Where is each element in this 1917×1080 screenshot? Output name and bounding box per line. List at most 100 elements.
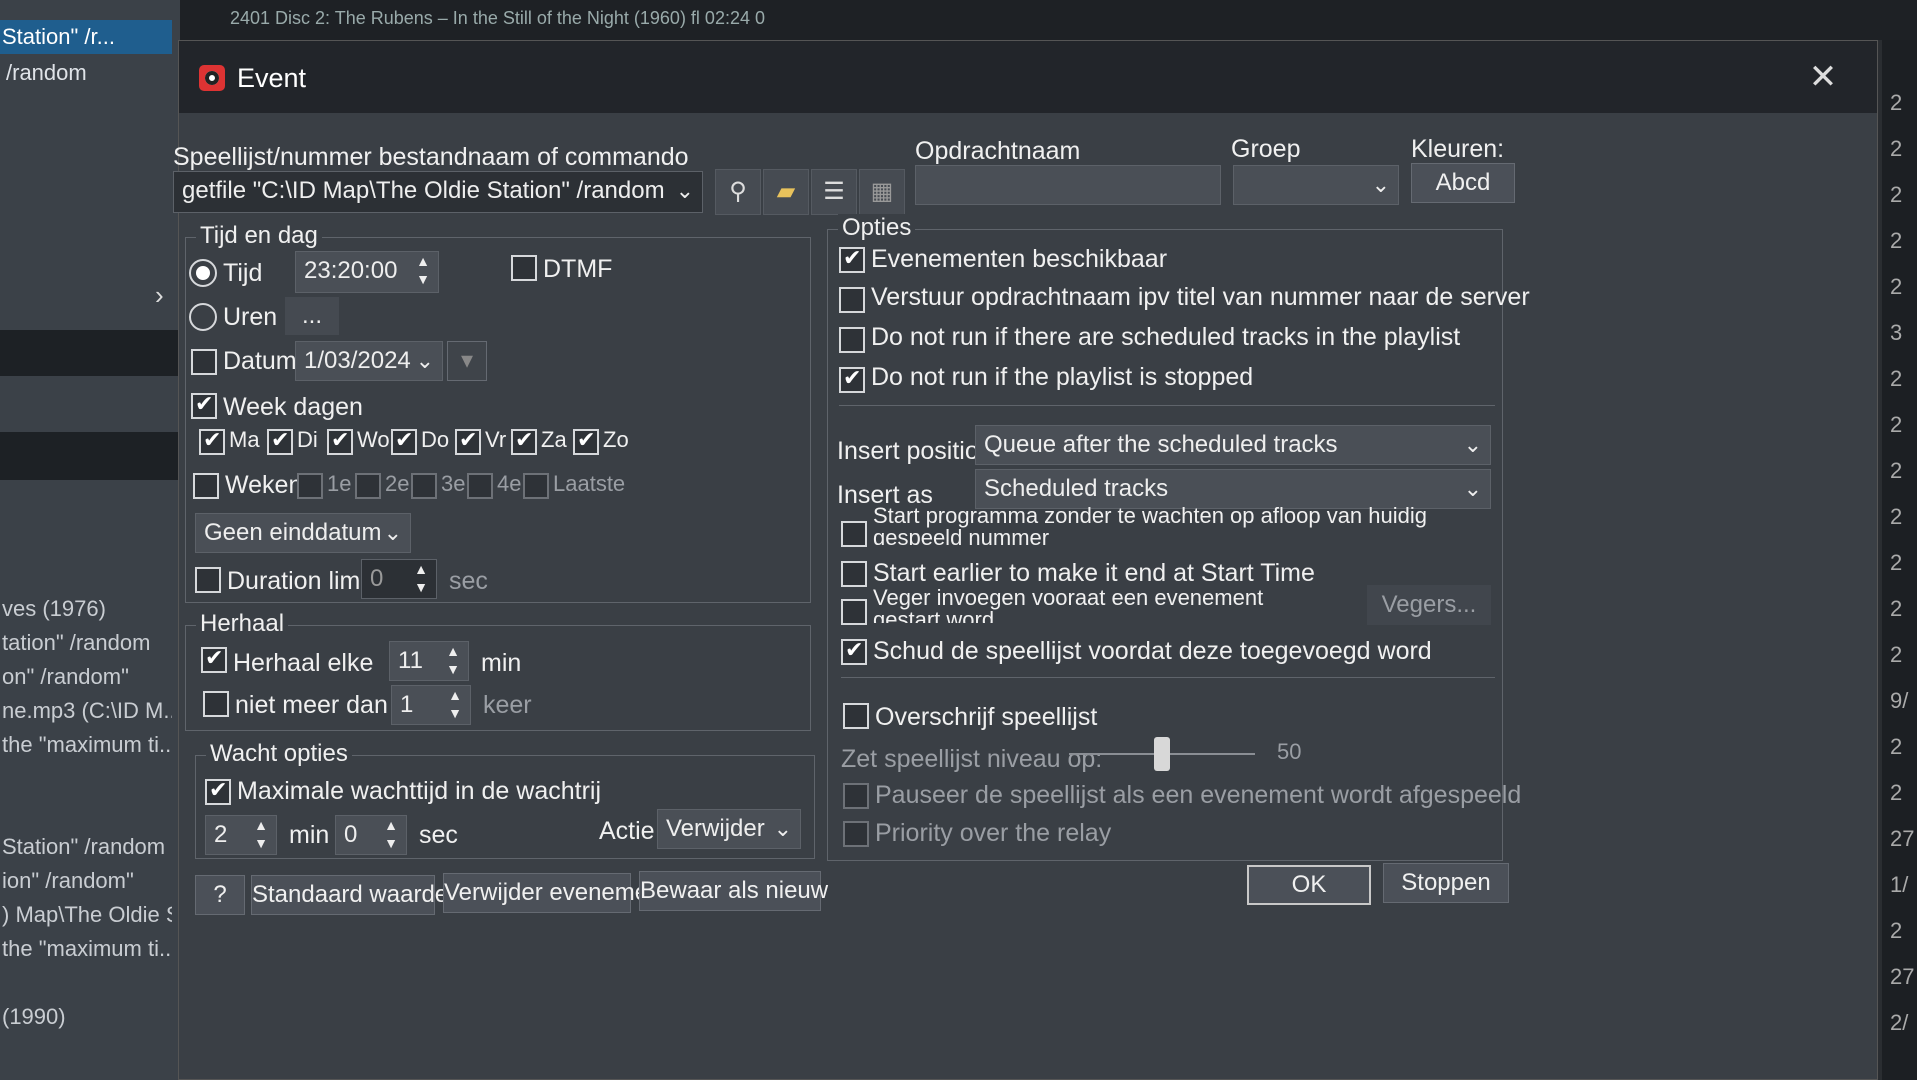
datum-combobox[interactable]: 1/03/2024 ⌄	[295, 341, 443, 381]
insert-position-combobox[interactable]: Queue after the scheduled tracks ⌄	[975, 425, 1491, 465]
spin-up-icon[interactable]: ▲	[380, 817, 402, 834]
background-log-line: the "maximum ti...	[2, 732, 172, 757]
defaults-button[interactable]: Standaard waarden	[251, 875, 461, 915]
end-date-combobox[interactable]: Geen einddatum ⌄	[195, 513, 411, 553]
spin-up-icon[interactable]: ▲	[444, 687, 466, 704]
end-date-value: Geen einddatum	[204, 519, 382, 546]
colors-button[interactable]: Abcd	[1411, 163, 1515, 203]
dtmf-checkbox[interactable]	[511, 255, 537, 281]
repeat-checkbox[interactable]	[201, 645, 227, 673]
chevron-down-icon[interactable]: ⌄	[676, 172, 694, 210]
insert-as-combobox[interactable]: Scheduled tracks ⌄	[975, 469, 1491, 509]
chevron-down-icon[interactable]: ⌄	[384, 514, 402, 552]
wait-sec-input[interactable]: 0 ▲ ▼	[335, 815, 407, 855]
command-combobox[interactable]: getfile "C:\ID Map\The Oldie Station" /r…	[173, 171, 703, 213]
weekday-checkbox[interactable]	[573, 427, 599, 455]
start-immediately-checkbox[interactable]	[841, 521, 867, 547]
spin-down-icon[interactable]: ▼	[442, 661, 464, 678]
duration-input[interactable]: 0 ▲ ▼	[361, 559, 437, 599]
datum-checkbox[interactable]	[191, 349, 217, 375]
spin-down-icon[interactable]: ▼	[380, 835, 402, 852]
events-enabled-label: Evenementen beschikbaar	[871, 245, 1168, 273]
max-repeat-checkbox[interactable]	[203, 691, 229, 717]
spin-down-icon[interactable]: ▼	[444, 705, 466, 722]
spin-down-icon[interactable]: ▼	[250, 835, 272, 852]
uren-button[interactable]: ...	[285, 297, 339, 335]
start-earlier-checkbox[interactable]	[841, 561, 867, 587]
repeat-label: Herhaal elke	[233, 649, 374, 677]
week-checkbox[interactable]	[297, 473, 323, 499]
chevron-down-icon[interactable]: ⌄	[416, 342, 434, 380]
chevron-right-icon[interactable]: ›	[155, 280, 164, 311]
weekday-checkbox[interactable]	[455, 427, 481, 455]
group-title: Herhaal	[196, 610, 289, 638]
pause-checkbox[interactable]	[843, 783, 869, 809]
tijd-radio[interactable]	[189, 259, 217, 287]
background-list-item[interactable]: Station" /r...	[0, 20, 172, 54]
uren-radio[interactable]	[189, 303, 217, 331]
overwrite-checkbox[interactable]	[843, 703, 869, 729]
priority-checkbox[interactable]	[843, 821, 869, 847]
weekday-checkbox[interactable]	[391, 427, 417, 455]
repeat-input[interactable]: 11 ▲ ▼	[389, 641, 469, 681]
stop-button[interactable]: Stoppen	[1383, 863, 1509, 903]
ok-button[interactable]: OK	[1247, 865, 1371, 905]
save-as-new-button[interactable]: Bewaar als nieuw	[639, 871, 828, 911]
week-checkbox[interactable]	[355, 473, 381, 499]
spin-down-icon[interactable]: ▼	[410, 579, 432, 596]
week-checkbox[interactable]	[523, 473, 549, 499]
action-combobox[interactable]: Verwijder ⌄	[657, 809, 801, 849]
events-enabled-checkbox[interactable]	[839, 245, 865, 273]
week-label: Laatste	[553, 471, 626, 496]
duration-checkbox[interactable]	[195, 567, 221, 593]
week-checkbox[interactable]	[467, 473, 493, 499]
sweeper-checkbox[interactable]	[841, 599, 867, 625]
datum-extra-dropdown[interactable]: ▾	[447, 341, 487, 381]
weekday-checkbox[interactable]	[327, 427, 353, 455]
wait-min-input[interactable]: 2 ▲ ▼	[205, 815, 277, 855]
spin-down-icon[interactable]: ▼	[412, 271, 434, 288]
max-repeat-input[interactable]: 1 ▲ ▼	[391, 685, 471, 725]
duration-value: 0	[370, 565, 384, 592]
chevron-down-icon[interactable]: ⌄	[774, 810, 792, 848]
chevron-down-icon[interactable]: ⌄	[1464, 470, 1482, 508]
sweepers-button[interactable]: Vegers...	[1367, 585, 1491, 625]
weekdagen-checkbox[interactable]	[191, 391, 217, 419]
folder-icon[interactable]: ▰	[763, 169, 809, 215]
spin-up-icon[interactable]: ▲	[410, 561, 432, 578]
action-label: Actie	[599, 817, 655, 845]
help-button[interactable]: ?	[195, 875, 245, 915]
wait-min-unit: min	[289, 821, 330, 849]
chevron-down-icon[interactable]: ⌄	[1464, 426, 1482, 464]
chevron-down-icon[interactable]: ⌄	[1372, 166, 1390, 204]
weken-checkbox[interactable]	[193, 473, 219, 499]
max-wait-checkbox[interactable]	[205, 777, 231, 805]
image-icon[interactable]: ▦	[859, 169, 905, 215]
spin-up-icon[interactable]: ▲	[412, 253, 434, 270]
close-icon[interactable]: ✕	[1803, 57, 1843, 97]
background-log-line: tation" /random	[2, 630, 151, 655]
spin-up-icon[interactable]: ▲	[250, 817, 272, 834]
no-run-stopped-label: Do not run if the playlist is stopped	[871, 363, 1254, 391]
time-input[interactable]: 23:20:00 ▲ ▼	[295, 251, 439, 293]
spin-up-icon[interactable]: ▲	[442, 643, 464, 660]
no-run-scheduled-checkbox[interactable]	[839, 327, 865, 353]
no-run-stopped-checkbox[interactable]	[839, 365, 865, 393]
send-name-checkbox[interactable]	[839, 287, 865, 313]
week-checkbox[interactable]	[411, 473, 437, 499]
pin-icon[interactable]: ⚲	[715, 169, 761, 215]
list-icon[interactable]: ☰	[811, 169, 857, 215]
background-log-line: the "maximum ti...	[2, 936, 172, 961]
task-name-input[interactable]	[915, 165, 1221, 205]
background-list-item[interactable]: /random	[0, 56, 176, 90]
delete-event-button[interactable]: Verwijder evenement	[443, 873, 668, 913]
weekday-checkbox[interactable]	[267, 427, 293, 455]
shuffle-checkbox[interactable]	[841, 637, 867, 665]
app-icon	[199, 65, 225, 91]
weekday-checkbox[interactable]	[199, 427, 225, 455]
background-track-list-header: 2401 Disc 2: The Rubens – In the Still o…	[180, 0, 1917, 40]
level-slider-thumb[interactable]	[1154, 737, 1170, 771]
weekday-label: Ma	[229, 427, 260, 452]
group-combobox[interactable]: ⌄	[1233, 165, 1399, 205]
weekday-checkbox[interactable]	[511, 427, 537, 455]
